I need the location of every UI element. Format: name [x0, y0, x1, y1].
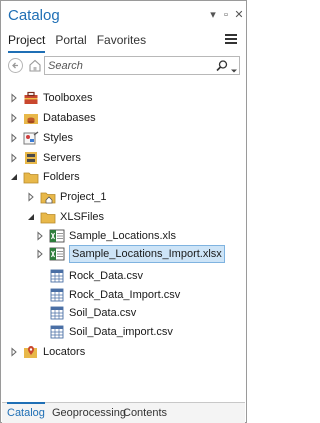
database-icon — [23, 111, 39, 125]
tree-item-label: Sample_Locations_Import.xlsx — [69, 245, 225, 263]
folder-icon — [23, 170, 39, 184]
tree-item-databases[interactable]: Databases — [9, 108, 96, 128]
expand-arrow-icon[interactable] — [9, 133, 19, 143]
tree-item-toolboxes[interactable]: Toolboxes — [9, 88, 93, 108]
csv-table-icon — [49, 306, 65, 320]
tree-item-styles[interactable]: Styles — [9, 128, 73, 148]
toolbox-icon — [23, 91, 39, 105]
tree-item-rock-data-csv[interactable]: Rock_Data.csv — [35, 266, 143, 286]
tree-item-sample-locations-import-xlsx[interactable]: Sample_Locations_Import.xlsx — [35, 244, 225, 264]
tree-item-label: Locators — [43, 346, 86, 358]
tab-contents[interactable]: Contents — [123, 407, 167, 419]
folder-home-icon — [40, 190, 56, 204]
pane-title: Catalog — [8, 7, 60, 24]
no-expander — [35, 271, 45, 281]
no-expander — [35, 327, 45, 337]
tree-item-label: Folders — [43, 171, 80, 183]
tree-item-label: XLSFiles — [60, 211, 105, 223]
tree-item-label: Soil_Data.csv — [69, 307, 137, 319]
expand-arrow-icon[interactable] — [9, 113, 19, 123]
tree-item-xlsfiles[interactable]: XLSFiles — [26, 207, 104, 227]
folder-icon — [40, 210, 56, 224]
tree-item-label: Project_1 — [60, 191, 107, 203]
tree-item-soil-data-import-csv[interactable]: Soil_Data_import.csv — [35, 322, 173, 342]
bottom-tab-strip: Catalog Geoprocessing Contents — [2, 402, 245, 423]
tab-portal[interactable]: Portal — [55, 32, 86, 50]
tree-item-label: Rock_Data.csv — [69, 270, 143, 282]
expand-arrow-icon[interactable] — [35, 249, 45, 259]
csv-table-icon — [49, 288, 65, 302]
expand-arrow-icon[interactable] — [9, 153, 19, 163]
tab-catalog[interactable]: Catalog — [7, 402, 45, 419]
back-arrow-icon[interactable] — [8, 58, 23, 73]
tree-item-label: Databases — [43, 112, 96, 124]
expand-arrow-icon[interactable] — [35, 231, 45, 241]
search-options-dropdown-icon[interactable] — [230, 62, 238, 73]
tab-geoprocessing[interactable]: Geoprocessing — [52, 407, 126, 419]
servers-icon — [23, 151, 39, 165]
styles-icon — [23, 131, 39, 145]
pane-options-icon[interactable]: ▾ — [207, 8, 219, 22]
tree-item-servers[interactable]: Servers — [9, 148, 81, 168]
close-icon[interactable]: ✕ — [233, 8, 245, 22]
home-icon[interactable] — [28, 58, 42, 73]
collapse-arrow-icon[interactable] — [9, 172, 19, 182]
search-box — [44, 56, 240, 75]
tree-item-label: Sample_Locations.xls — [69, 230, 177, 242]
catalog-tabs: Project Portal Favorites — [8, 32, 146, 53]
excel-workbook-icon — [49, 247, 65, 261]
search-input[interactable] — [48, 58, 198, 73]
tree-item-sample-locations-xls[interactable]: Sample_Locations.xls — [35, 226, 176, 246]
tree-item-rock-data-import-csv[interactable]: Rock_Data_Import.csv — [35, 285, 180, 305]
tree-item-label: Soil_Data_import.csv — [69, 326, 173, 338]
expand-arrow-icon[interactable] — [26, 192, 36, 202]
tree-item-label: Rock_Data_Import.csv — [69, 289, 181, 301]
csv-table-icon — [49, 269, 65, 283]
csv-table-icon — [49, 325, 65, 339]
tree-item-project-1[interactable]: Project_1 — [26, 187, 106, 207]
tree-item-label: Styles — [43, 132, 73, 144]
hamburger-menu-icon[interactable] — [225, 34, 237, 45]
auto-hide-icon[interactable]: ▫ — [220, 8, 232, 22]
pane-title-bar: Catalog ▾ ▫ ✕ — [2, 2, 245, 29]
tree-item-label: Toolboxes — [43, 92, 93, 104]
expand-arrow-icon[interactable] — [9, 347, 19, 357]
locator-icon — [23, 345, 39, 359]
tab-project[interactable]: Project — [8, 32, 46, 53]
tree-item-label: Servers — [43, 152, 81, 164]
no-expander — [35, 290, 45, 300]
no-expander — [35, 308, 45, 318]
excel-workbook-icon — [49, 229, 65, 243]
search-icon[interactable] — [215, 59, 229, 73]
tree-item-soil-data-csv[interactable]: Soil_Data.csv — [35, 303, 136, 323]
tree-item-locators[interactable]: Locators — [9, 342, 85, 362]
collapse-arrow-icon[interactable] — [26, 212, 36, 222]
expand-arrow-icon[interactable] — [9, 93, 19, 103]
catalog-pane: Catalog ▾ ▫ ✕ Project Portal Favorites T… — [0, 0, 247, 423]
tab-favorites[interactable]: Favorites — [97, 32, 146, 50]
tree-item-folders[interactable]: Folders — [9, 167, 80, 187]
